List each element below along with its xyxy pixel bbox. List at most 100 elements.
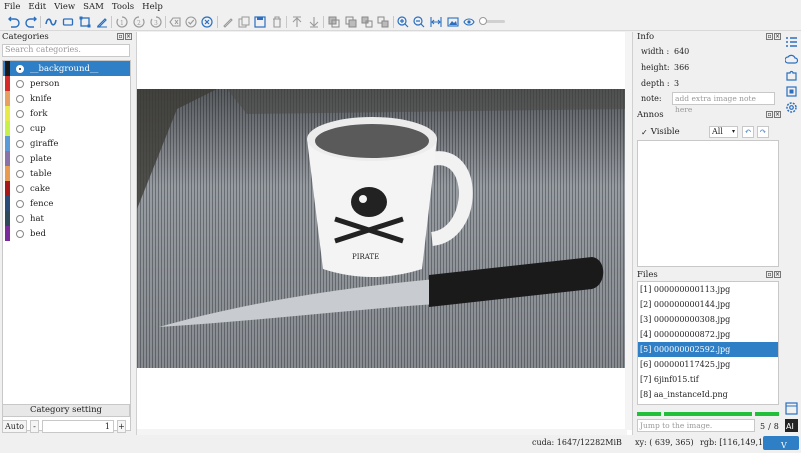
checkbox-check-icon[interactable]: ✓ — [641, 128, 648, 137]
decrement-button[interactable]: - — [30, 420, 39, 433]
category-radio[interactable] — [16, 139, 24, 148]
category-item[interactable]: table — [3, 166, 130, 181]
layer-back-icon[interactable] — [344, 15, 358, 29]
anno-redo-icon[interactable]: ↷ — [757, 126, 769, 138]
anno-filter-select[interactable]: All ▾ — [709, 126, 738, 138]
chip-icon[interactable] — [785, 85, 798, 98]
menu-view[interactable]: View — [54, 2, 75, 12]
category-color-swatch — [5, 211, 10, 226]
category-radio[interactable] — [16, 229, 24, 238]
jump-input[interactable]: Jump to the image. — [637, 419, 755, 432]
eye-icon[interactable] — [462, 15, 476, 29]
category-radio[interactable] — [16, 184, 24, 193]
file-item[interactable]: [4] 000000000872.jpg — [638, 327, 778, 342]
increment-button[interactable]: + — [117, 420, 126, 433]
image-canvas[interactable]: PIRATE — [136, 32, 633, 435]
status-dropdown[interactable]: V — [763, 436, 799, 450]
category-item[interactable]: hat — [3, 211, 130, 226]
menu-file[interactable]: File — [4, 2, 20, 12]
delete-char-icon[interactable] — [168, 15, 182, 29]
save-icon[interactable] — [253, 15, 267, 29]
category-radio[interactable] — [16, 109, 24, 118]
rotate-left-icon[interactable]: 1 — [115, 15, 129, 29]
close-icon[interactable]: × — [774, 33, 781, 40]
count-input[interactable]: 1 — [42, 420, 114, 433]
rotate-right-icon[interactable]: 2 — [132, 15, 146, 29]
category-radio[interactable] — [16, 199, 24, 208]
edit-icon[interactable] — [221, 15, 235, 29]
layer-front-icon[interactable] — [327, 15, 341, 29]
bbox-icon[interactable] — [78, 15, 92, 29]
rectangle-icon[interactable] — [61, 15, 75, 29]
file-item[interactable]: [1] 000000000113.jpg — [638, 282, 778, 297]
move-up-icon[interactable] — [290, 15, 304, 29]
annotated-image[interactable]: PIRATE — [137, 89, 626, 368]
file-item[interactable]: [7] 6jinf015.tif — [638, 372, 778, 387]
list-icon[interactable] — [785, 36, 798, 49]
window-icon[interactable] — [785, 402, 798, 415]
category-radio[interactable] — [16, 64, 24, 73]
redo-icon[interactable] — [24, 15, 38, 29]
category-radio[interactable] — [16, 94, 24, 103]
menu-tools[interactable]: Tools — [112, 2, 134, 12]
category-item[interactable]: fence — [3, 196, 130, 211]
check-circle-icon[interactable] — [184, 15, 198, 29]
zoom-out-icon[interactable] — [412, 15, 426, 29]
category-setting-button[interactable]: Category setting — [2, 404, 130, 417]
category-item[interactable]: cake — [3, 181, 130, 196]
zoom-in-icon[interactable] — [396, 15, 410, 29]
category-item[interactable]: bed — [3, 226, 130, 241]
menu-edit[interactable]: Edit — [28, 2, 46, 12]
pen-icon[interactable] — [95, 15, 109, 29]
float-button[interactable]: ▫ — [766, 271, 773, 278]
file-item[interactable]: [5] 000000002592.jpg — [638, 342, 778, 357]
category-radio[interactable] — [16, 169, 24, 178]
cloud-icon[interactable] — [784, 53, 799, 66]
image-icon[interactable] — [446, 15, 460, 29]
category-item[interactable]: __background__ — [3, 61, 130, 76]
file-item[interactable]: [8] aa_instanceId.png — [638, 387, 778, 402]
close-icon[interactable]: × — [125, 33, 132, 40]
puzzle-icon[interactable] — [785, 69, 798, 82]
category-item[interactable]: plate — [3, 151, 130, 166]
opacity-slider[interactable] — [479, 17, 505, 25]
close-icon[interactable]: × — [774, 271, 781, 278]
anno-undo-icon[interactable]: ↶ — [742, 126, 754, 138]
float-button[interactable]: ▫ — [117, 33, 124, 40]
category-radio[interactable] — [16, 154, 24, 163]
layer-raise-icon[interactable] — [360, 15, 374, 29]
file-item[interactable]: [6] 000000117425.jpg — [638, 357, 778, 372]
note-input[interactable]: add extra image note here — [672, 92, 775, 114]
menu-sam[interactable]: SAM — [83, 2, 104, 12]
float-button[interactable]: ▫ — [766, 33, 773, 40]
refresh-icon[interactable]: 3 — [149, 15, 163, 29]
settings-gear-icon[interactable] — [785, 101, 798, 114]
slider-handle[interactable] — [479, 17, 487, 25]
cancel-circle-icon[interactable] — [200, 15, 214, 29]
category-item[interactable]: person — [3, 76, 130, 91]
copy-icon[interactable] — [237, 15, 251, 29]
float-button[interactable]: ▫ — [766, 111, 773, 118]
layer-lower-icon[interactable] — [376, 15, 390, 29]
category-radio[interactable] — [16, 124, 24, 133]
fit-width-icon[interactable] — [429, 15, 443, 29]
category-item[interactable]: cup — [3, 121, 130, 136]
file-item[interactable]: [3] 000000000308.jpg — [638, 312, 778, 327]
move-down-icon[interactable] — [307, 15, 321, 29]
category-radio[interactable] — [16, 214, 24, 223]
file-item[interactable]: [2] 000000000144.jpg — [638, 297, 778, 312]
category-item[interactable]: knife — [3, 91, 130, 106]
undo-icon[interactable] — [7, 15, 21, 29]
auto-button[interactable]: Auto — [2, 420, 27, 433]
category-item[interactable]: fork — [3, 106, 130, 121]
close-icon[interactable]: × — [774, 111, 781, 118]
vertical-scrollbar[interactable] — [625, 32, 632, 430]
width-value: 640 — [674, 47, 690, 56]
trash-icon[interactable] — [270, 15, 284, 29]
category-item[interactable]: giraffe — [3, 136, 130, 151]
category-radio[interactable] — [16, 79, 24, 88]
category-search-input[interactable]: Search categories. — [2, 44, 130, 57]
polygon-icon[interactable] — [44, 15, 58, 29]
menu-help[interactable]: Help — [142, 2, 163, 12]
visible-checkbox[interactable]: ✓ Visible — [641, 127, 680, 137]
